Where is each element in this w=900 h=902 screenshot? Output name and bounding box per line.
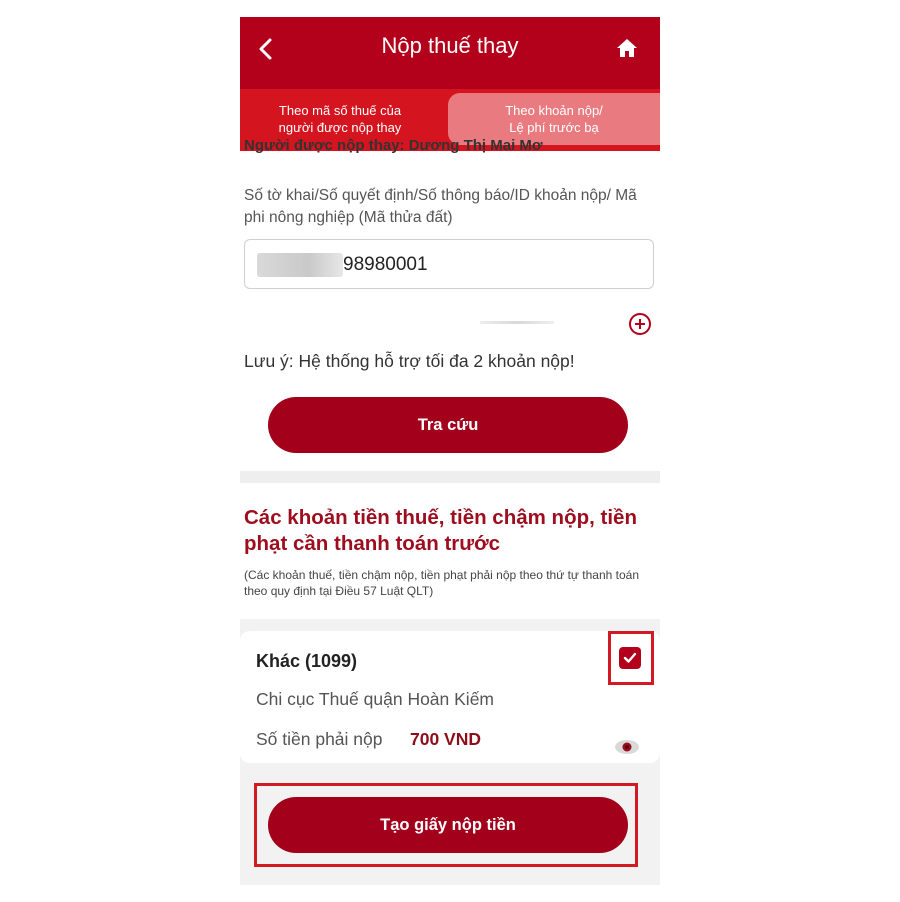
amount-value: 700 VND xyxy=(410,729,482,749)
payables-header: Các khoản tiền thuế, tiền chậm nộp, tiền… xyxy=(240,483,660,619)
input-value: 98980001 xyxy=(343,254,428,275)
create-payment-slip-button[interactable]: Tạo giấy nộp tiền xyxy=(268,797,628,853)
phone-screen: Nộp thuế thay Theo mã số thuế của người … xyxy=(240,17,660,885)
payer-name-cutoff: Người được nộp thay: Dương Thị Mai Mơ xyxy=(244,137,543,154)
divider xyxy=(480,321,554,324)
tab-label-line2: người được nộp thay xyxy=(278,120,402,135)
tab-label-line1: Theo khoản nộp/ xyxy=(505,103,603,118)
section-gap xyxy=(240,471,660,483)
payables-section: Các khoản tiền thuế, tiền chậm nộp, tiền… xyxy=(240,483,660,885)
tab-label-line1: Theo mã số thuế của xyxy=(278,103,402,118)
page-title: Nộp thuế thay xyxy=(381,33,519,58)
declaration-number-input[interactable]: 98980001 xyxy=(244,239,654,289)
amount-label: Số tiền phải nộp xyxy=(256,729,383,749)
redacted-mask xyxy=(257,253,343,277)
item-title: Khác (1099) xyxy=(256,651,358,671)
search-button[interactable]: Tra cứu xyxy=(268,397,628,453)
app-header: Nộp thuế thay xyxy=(240,17,660,89)
tab-label: Theo khoản nộp/ Lệ phí trước bạ xyxy=(505,102,603,136)
check-icon xyxy=(623,652,637,663)
tab-label: Theo mã số thuế của người được nộp thay xyxy=(279,102,402,136)
item-checkbox[interactable] xyxy=(619,647,641,669)
payables-subtitle: (Các khoản thuế, tiền chậm nộp, tiền phạ… xyxy=(244,568,640,598)
field-label: Số tờ khai/Số quyết định/Số thông báo/ID… xyxy=(244,187,637,226)
limit-note: Lưu ý: Hệ thống hỗ trợ tối đa 2 khoản nộ… xyxy=(244,351,575,371)
payables-title: Các khoản tiền thuế, tiền chậm nộp, tiền… xyxy=(244,506,637,555)
eye-icon xyxy=(615,740,639,754)
tax-office: Chi cục Thuế quận Hoàn Kiếm xyxy=(256,689,495,709)
view-detail-button[interactable] xyxy=(613,737,641,757)
plus-circle-icon xyxy=(629,313,651,335)
home-button[interactable] xyxy=(612,33,642,63)
add-item-button[interactable] xyxy=(627,311,653,337)
payable-item-card: Khác (1099) Chi cục Thuế quận Hoàn Kiếm … xyxy=(240,631,660,763)
tab-label-line2: Lệ phí trước bạ xyxy=(509,120,599,135)
lookup-form: Số tờ khai/Số quyết định/Số thông báo/ID… xyxy=(240,151,660,471)
home-icon xyxy=(617,39,637,57)
